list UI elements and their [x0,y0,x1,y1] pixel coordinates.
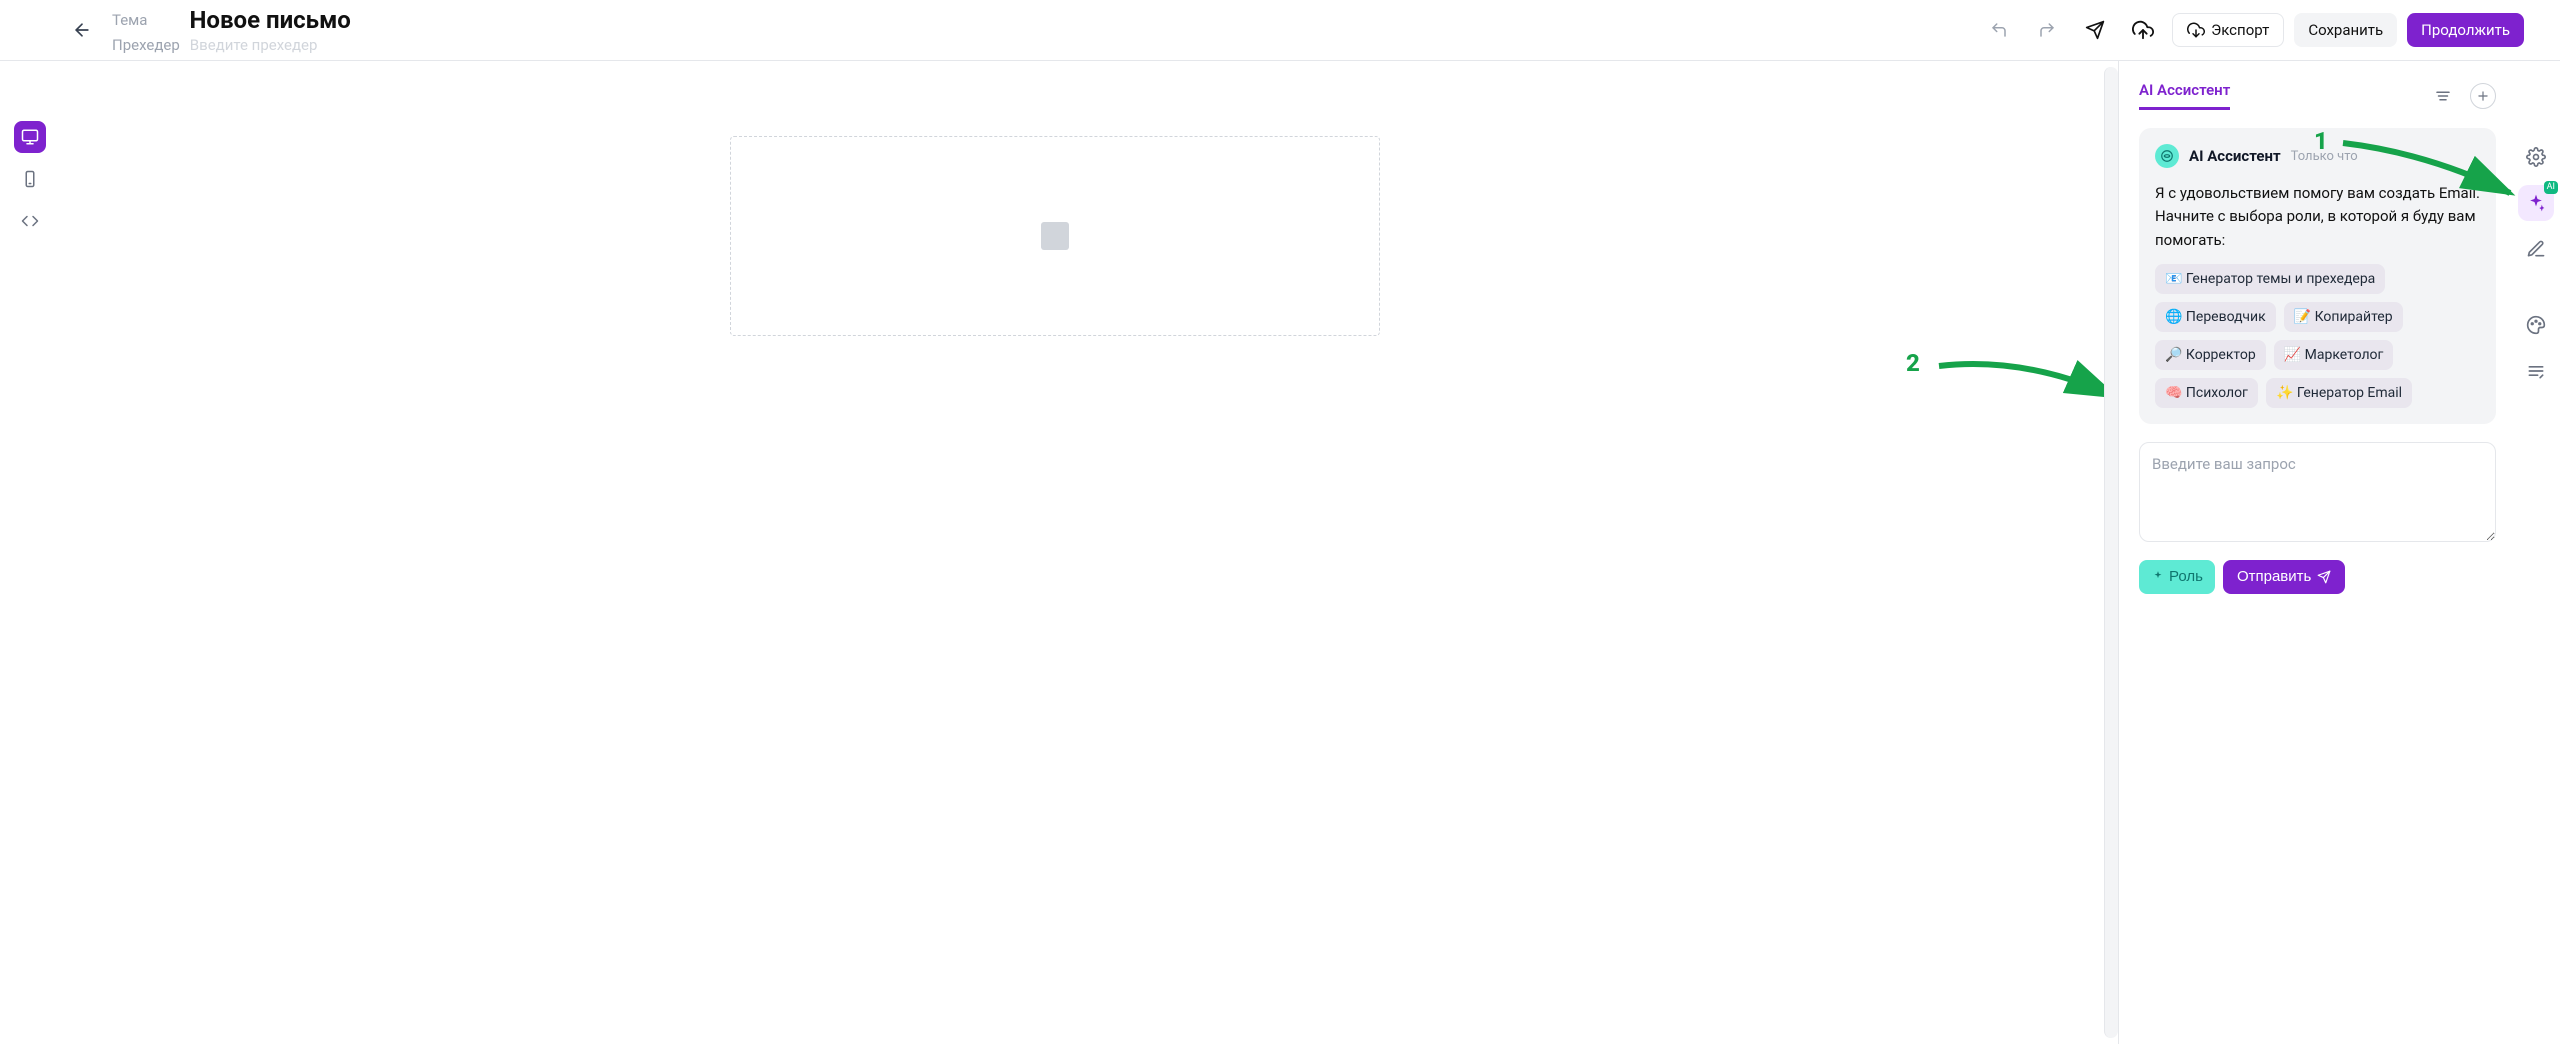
header-actions: Экспорт Сохранить Продолжить [1980,11,2524,49]
panel-list-button[interactable] [2430,83,2456,109]
role-chip-list: 📧 Генератор темы и прехедера 🌐 Переводчи… [2155,264,2480,408]
send-test-button[interactable] [2076,11,2114,49]
left-rail [0,61,60,1044]
undo-button[interactable] [1980,11,2018,49]
ai-message-card: AI Ассистент Только что Я с удовольствие… [2139,128,2496,424]
code-view-button[interactable] [14,205,46,237]
edit-icon [2526,239,2546,259]
send-small-icon [2317,570,2331,584]
ai-timestamp: Только что [2291,149,2358,164]
export-label: Экспорт [2211,21,2269,39]
cloud-upload-button[interactable] [2124,11,2162,49]
ai-send-button[interactable]: Отправить [2223,560,2345,594]
chip-generator-subject[interactable]: 📧 Генератор темы и прехедера [2155,264,2385,294]
edit-rail-button[interactable] [2518,231,2554,267]
redo-icon [2038,21,2056,39]
app-header: Тема Новое письмо Прехедер Введите прехе… [0,0,2560,61]
ai-message: Я с удовольствием помогу вам создать Ema… [2155,182,2480,252]
smartphone-icon [21,170,39,188]
back-button[interactable] [70,18,94,42]
canvas-area [60,61,2104,616]
canvas-surface [65,136,2044,616]
ai-avatar-icon [2155,144,2179,168]
monitor-icon [21,128,39,146]
canvas-wrap: 2 [60,61,2104,1044]
drop-zone[interactable] [730,136,1380,336]
role-button-label: Роль [2169,568,2203,585]
chip-generator-email[interactable]: ✨ Генератор Email [2266,378,2412,408]
plus-icon [2476,89,2490,103]
ai-prompt-input[interactable] [2139,442,2496,542]
save-label: Сохранить [2308,21,2383,39]
code-icon [21,212,39,230]
role-button[interactable]: Роль [2139,560,2215,594]
subject-label: Тема [112,11,147,29]
ai-footer: Роль Отправить [2139,560,2496,594]
preheader-label: Прехедер [112,36,180,54]
ai-rail-button[interactable]: AI 1 [2518,185,2554,221]
settings-button[interactable] [2518,139,2554,175]
palette-rail-button[interactable] [2518,307,2554,343]
chip-copywriter[interactable]: 📝 Копирайтер [2284,302,2403,332]
continue-label: Продолжить [2421,21,2510,39]
sparkle-small-icon [2151,570,2165,584]
ai-assistant-panel: AI Ассистент AI Ассистент Только что Я с… [2118,61,2512,1044]
canvas-scrollbar[interactable] [2104,67,2118,1038]
chip-proofreader[interactable]: 🔎 Корректор [2155,340,2266,370]
undo-icon [1990,21,2008,39]
cloud-upload-icon [2132,19,2154,41]
preheader-input[interactable]: Введите прехедер [190,36,318,54]
main-layout: 2 AI Ассистент [0,61,2560,1044]
subject-input[interactable]: Новое письмо [189,6,350,34]
drop-placeholder-icon [1041,222,1069,250]
ai-tab[interactable]: AI Ассистент [2139,81,2230,110]
chip-psychologist[interactable]: 🧠 Психолог [2155,378,2258,408]
mobile-view-button[interactable] [14,163,46,195]
save-button[interactable]: Сохранить [2294,13,2397,47]
text-style-rail-button[interactable] [2518,353,2554,389]
panel-add-button[interactable] [2470,83,2496,109]
redo-button[interactable] [2028,11,2066,49]
gear-icon [2526,147,2546,167]
ai-panel-header: AI Ассистент [2139,81,2496,110]
cloud-download-icon [2187,21,2205,39]
list-icon [2434,87,2452,105]
chip-marketer[interactable]: 📈 Маркетолог [2274,340,2394,370]
sparkles-icon [2526,193,2546,213]
continue-button[interactable]: Продолжить [2407,13,2524,47]
palette-icon [2526,315,2546,335]
send-icon [2085,20,2105,40]
ai-name: AI Ассистент [2189,147,2281,165]
ai-badge: AI [2544,181,2558,194]
send-button-label: Отправить [2237,568,2311,585]
text-lines-icon [2526,361,2546,381]
export-button[interactable]: Экспорт [2172,13,2284,47]
arrow-left-icon [72,20,92,40]
right-rail: AI 1 [2512,61,2560,1044]
desktop-view-button[interactable] [14,121,46,153]
title-block: Тема Новое письмо Прехедер Введите прехе… [112,6,1962,54]
chip-translator[interactable]: 🌐 Переводчик [2155,302,2276,332]
